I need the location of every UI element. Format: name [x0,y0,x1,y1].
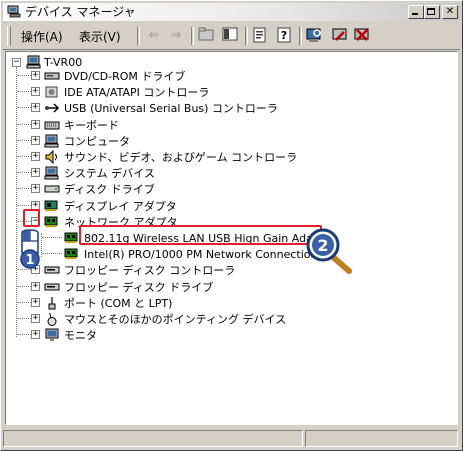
category-expand-toggle[interactable]: + [31,297,40,307]
category-label[interactable]: コンピュータ [64,135,130,148]
category-label[interactable]: サウンド、ビデオ、およびゲーム コントローラ [64,151,297,164]
close-icon: ✕ [445,6,455,17]
window-title: デバイス マネージャ [25,5,136,19]
adapter-callout-box [79,225,322,245]
root-collapse-toggle[interactable]: − [12,58,21,67]
status-pane-main [3,430,303,447]
back-icon[interactable]: ⇐ [145,27,163,45]
dvd-drive-icon [44,72,60,80]
properties-icon[interactable] [251,27,269,45]
uninstall-icon[interactable] [353,27,371,45]
toolbar-separator [191,27,194,45]
toolbar-separator [137,27,140,45]
computer-icon [26,55,41,69]
category-expand-toggle[interactable]: + [31,281,40,291]
forward-icon[interactable]: ⇒ [167,27,185,45]
network-adapter-icon [64,232,78,243]
network-adapter-icon [64,248,78,260]
device-manager-icon [7,5,21,18]
keyboard-icon [44,121,60,130]
floppy-drive-icon [44,283,60,291]
category-label[interactable]: マウスとそのほかのポインティング デバイス [64,313,286,326]
port-icon [48,296,56,310]
help-icon[interactable]: ? [275,27,293,45]
expand-callout-box [23,209,40,227]
computer-icon [44,166,59,180]
category-expand-toggle[interactable]: + [31,87,40,97]
category-label[interactable]: DVD/CD-ROM ドライブ [64,70,185,83]
category-expand-toggle[interactable]: + [31,168,40,178]
root-node-label[interactable]: T-VR00 [44,56,82,69]
menu-action[interactable]: 操作(A) [21,28,63,45]
disk-drive-icon [44,185,60,193]
category-expand-toggle[interactable]: + [31,103,40,113]
show-hide-tree-icon[interactable] [221,27,239,45]
svg-text:?: ? [281,29,287,42]
status-bar [3,429,460,448]
step2-label: 2 [317,236,328,255]
category-label[interactable]: フロッピー ディスク コントローラ [64,264,235,277]
display-adapter-icon [44,200,58,211]
category-expand-toggle[interactable]: + [31,314,40,323]
category-expand-toggle[interactable]: + [31,184,40,194]
menu-view[interactable]: 表示(V) [79,28,121,45]
category-expand-toggle[interactable]: + [31,119,40,129]
maximize-icon [427,8,435,15]
category-label[interactable]: ディスク ドライブ [64,183,155,196]
update-driver-icon[interactable] [331,27,349,45]
category-label[interactable]: モニタ [64,329,97,342]
category-label[interactable]: ディスプレイ アダプタ [64,200,177,213]
category-expand-toggle[interactable]: + [31,135,40,145]
speaker-icon [45,150,57,164]
monitor-icon [45,328,59,342]
toolbar-separator [299,27,302,45]
category-label[interactable]: USB (Universal Serial Bus) コントローラ [64,102,278,115]
toolbar-separator [245,27,248,45]
up-folder-icon[interactable] [197,27,215,45]
ethernet-adapter-label[interactable]: Intel(R) PRO/1000 PM Network Connection [84,248,318,261]
minimize-button[interactable] [408,5,424,19]
menu-toolbar: 操作(A) 表示(V) ⇐ ⇒ ? [3,23,460,50]
status-pane-secondary [305,430,458,447]
network-adapter-icon [44,216,58,227]
maximize-button[interactable] [424,5,440,19]
category-label[interactable]: システム デバイス [64,167,155,180]
scan-hardware-icon[interactable] [305,27,323,45]
title-bar[interactable]: デバイス マネージャ ✕ [3,3,460,21]
usb-icon [45,103,60,113]
category-expand-toggle[interactable]: + [31,71,40,80]
category-label[interactable]: IDE ATA/ATAPI コントローラ [64,86,209,99]
toolbar-grip [7,26,11,46]
category-label[interactable]: ポート (COM と LPT) [64,297,172,310]
device-manager-window: デバイス マネージャ ✕ 操作(A) 表示(V) ⇐ ⇒ ? − T-VR00 … [0,0,463,451]
ide-controller-icon [45,86,58,98]
computer-icon [44,134,59,148]
step1-label: 1 [25,253,34,268]
minimize-icon [412,13,418,15]
close-button[interactable]: ✕ [442,5,458,19]
mouse-click-icon: 1 [20,229,40,269]
magnifier-icon: 2 [306,228,352,274]
category-expand-toggle[interactable]: + [31,330,40,340]
category-expand-toggle[interactable]: + [31,152,40,161]
mouse-icon [47,312,57,326]
category-label[interactable]: フロッピー ディスク ドライブ [64,281,213,294]
category-label[interactable]: キーボード [64,119,119,132]
